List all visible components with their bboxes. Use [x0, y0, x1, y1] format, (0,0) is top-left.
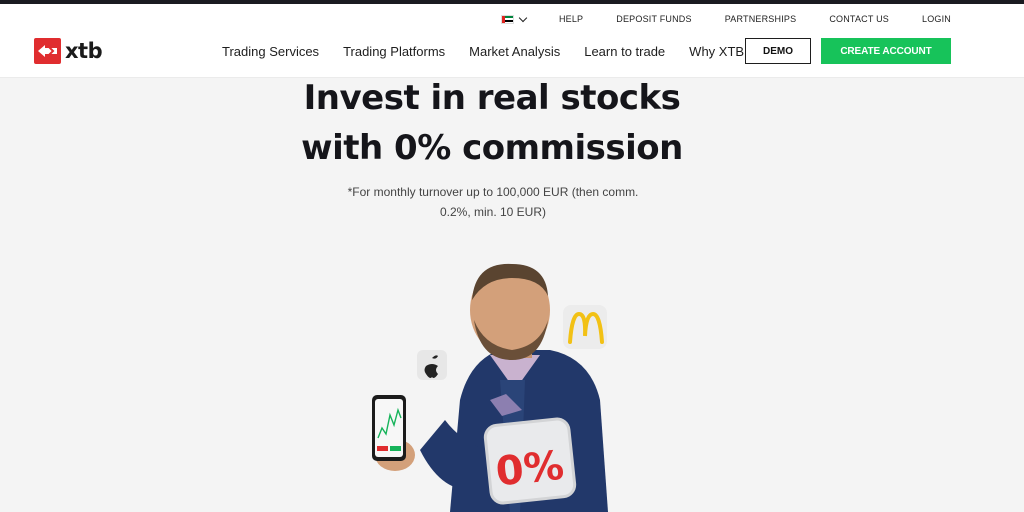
hero-title-line-1: Invest in real stocks: [303, 78, 681, 118]
utility-nav: HELP DEPOSIT FUNDS PARTNERSHIPS CONTACT …: [500, 13, 951, 24]
mcdonalds-logo-icon: [563, 305, 607, 349]
zero-percent-text: 0%: [494, 443, 566, 496]
hero-visual: 0%: [350, 250, 650, 512]
create-account-button[interactable]: CREATE ACCOUNT: [821, 38, 951, 64]
xtb-logo[interactable]: xtb: [34, 38, 103, 64]
hero-footnote-line-2: 0.2%, min. 10 EUR): [439, 205, 547, 219]
nav-market-analysis[interactable]: Market Analysis: [469, 44, 560, 59]
hero-title: Invest in real stocks with 0% commission: [0, 73, 984, 173]
site-header: xtb HELP DEPOSIT FUNDS PARTNERSHIPS CONT…: [0, 4, 1024, 78]
deposit-funds-link[interactable]: DEPOSIT FUNDS: [616, 14, 691, 24]
login-link[interactable]: LOGIN: [922, 14, 951, 24]
demo-button[interactable]: DEMO: [745, 38, 811, 64]
apple-logo-icon: [417, 350, 447, 380]
hero-footnote: *For monthly turnover up to 100,000 EUR …: [342, 182, 644, 222]
help-link[interactable]: HELP: [559, 14, 583, 24]
language-selector[interactable]: [500, 13, 528, 24]
main-nav: Trading Services Trading Platforms Marke…: [222, 44, 768, 59]
nav-why-xtb[interactable]: Why XTB: [689, 44, 744, 59]
chevron-down-icon: [518, 13, 528, 22]
contact-us-link[interactable]: CONTACT US: [829, 14, 889, 24]
hero-footnote-line-1: *For monthly turnover up to 100,000 EUR …: [347, 185, 639, 199]
nav-learn-to-trade[interactable]: Learn to trade: [584, 44, 665, 59]
phone-illustration: [372, 395, 406, 461]
xtb-logo-text: xtb: [65, 39, 103, 63]
partnerships-link[interactable]: PARTNERSHIPS: [725, 14, 797, 24]
nav-trading-platforms[interactable]: Trading Platforms: [343, 44, 445, 59]
zero-percent-badge: 0%: [483, 417, 577, 505]
hero-title-line-2: with 0% commission: [301, 128, 683, 168]
nav-trading-services[interactable]: Trading Services: [222, 44, 319, 59]
xtb-logo-mark-icon: [34, 38, 61, 64]
uae-flag-icon: [500, 14, 514, 24]
